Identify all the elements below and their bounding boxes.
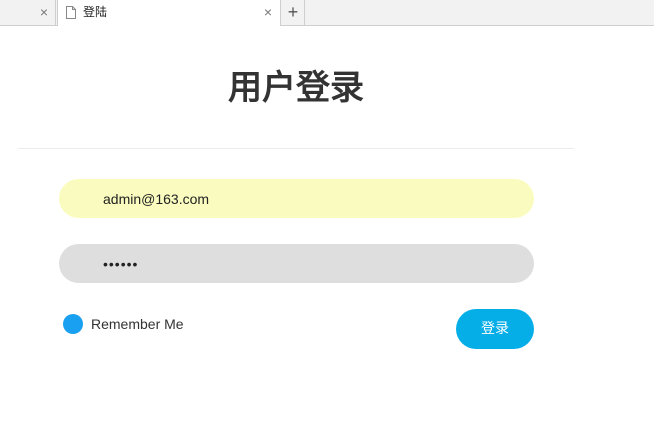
remember-me-label: Remember Me xyxy=(91,316,184,332)
page-icon xyxy=(66,6,76,19)
login-button[interactable]: 登录 xyxy=(456,309,534,349)
page-title: 用户登录 xyxy=(228,68,364,108)
browser-tab-strip: × 登陆 × + xyxy=(0,0,654,26)
browser-tab-previous[interactable]: × xyxy=(0,0,56,25)
password-field[interactable] xyxy=(59,244,534,283)
tab-close-icon[interactable]: × xyxy=(262,5,274,19)
divider xyxy=(18,148,574,149)
tab-close-icon[interactable]: × xyxy=(38,5,50,19)
new-tab-button[interactable]: + xyxy=(282,0,305,25)
tab-title: 登陆 xyxy=(83,5,108,19)
radio-dot-icon[interactable] xyxy=(63,314,83,334)
email-field[interactable] xyxy=(59,179,534,218)
browser-tab-active[interactable]: 登陆 × xyxy=(57,0,281,26)
